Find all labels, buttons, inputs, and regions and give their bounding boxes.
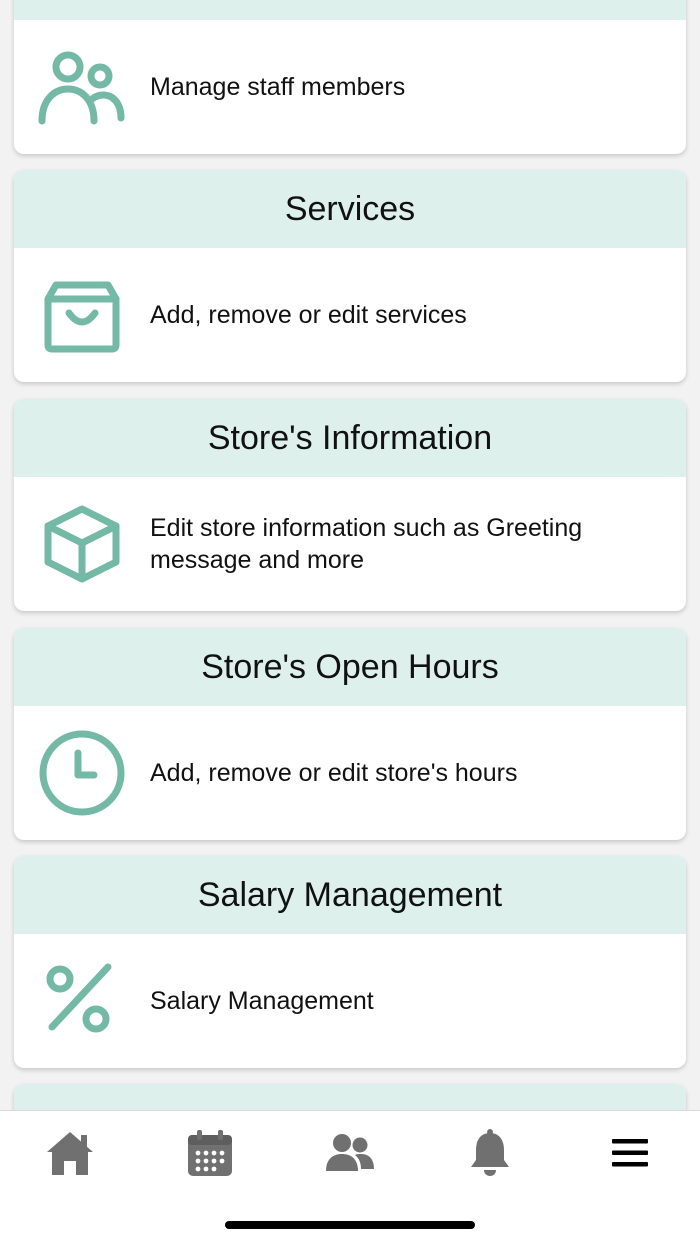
box-icon	[14, 504, 150, 584]
card-body-services[interactable]: Add, remove or edit services	[14, 248, 686, 382]
card-header: Store's Information	[14, 399, 686, 477]
card-body-store-open-hours[interactable]: Add, remove or edit store's hours	[14, 706, 686, 840]
tab-notifications[interactable]	[455, 1127, 525, 1183]
card-next-partial[interactable]	[14, 1084, 686, 1110]
card-body-staff[interactable]: Manage staff members	[14, 20, 686, 154]
card-description: Edit store information such as Greeting …	[150, 514, 583, 574]
card-body-salary-management[interactable]: Salary Management	[14, 934, 686, 1068]
card-staff[interactable]: Manage staff members	[14, 0, 686, 154]
tab-home[interactable]	[35, 1127, 105, 1183]
home-icon	[45, 1130, 95, 1181]
shopping-bag-icon	[14, 275, 150, 355]
card-header: Services	[14, 170, 686, 248]
card-salary-management[interactable]: Salary Management Salary Management	[14, 856, 686, 1068]
card-header: Salary Management	[14, 856, 686, 934]
card-header: Store's Open Hours	[14, 628, 686, 706]
settings-list: Manage staff members Services Add, remov…	[0, 0, 700, 1110]
card-body-store-information[interactable]: Edit store information such as Greeting …	[14, 477, 686, 611]
tab-calendar[interactable]	[175, 1127, 245, 1183]
home-indicator	[225, 1221, 475, 1229]
calendar-icon	[187, 1129, 233, 1182]
card-description: Add, remove or edit services	[150, 301, 467, 329]
users-icon	[325, 1133, 375, 1178]
percent-icon	[14, 961, 150, 1041]
card-description: Manage staff members	[150, 73, 406, 101]
clock-icon	[14, 729, 150, 817]
users-icon	[14, 47, 150, 127]
card-description: Add, remove or edit store's hours	[150, 759, 518, 787]
card-services[interactable]: Services Add, remove or edit services	[14, 170, 686, 382]
bell-icon	[469, 1128, 511, 1182]
card-store-information[interactable]: Store's Information Edit store informati…	[14, 399, 686, 611]
card-store-open-hours[interactable]: Store's Open Hours Add, remove or edit s…	[14, 628, 686, 840]
card-header	[14, 0, 686, 20]
menu-icon	[612, 1138, 648, 1173]
tab-staff[interactable]	[315, 1127, 385, 1183]
card-description: Salary Management	[150, 987, 374, 1015]
tab-menu[interactable]	[595, 1127, 665, 1183]
card-header	[14, 1084, 686, 1110]
